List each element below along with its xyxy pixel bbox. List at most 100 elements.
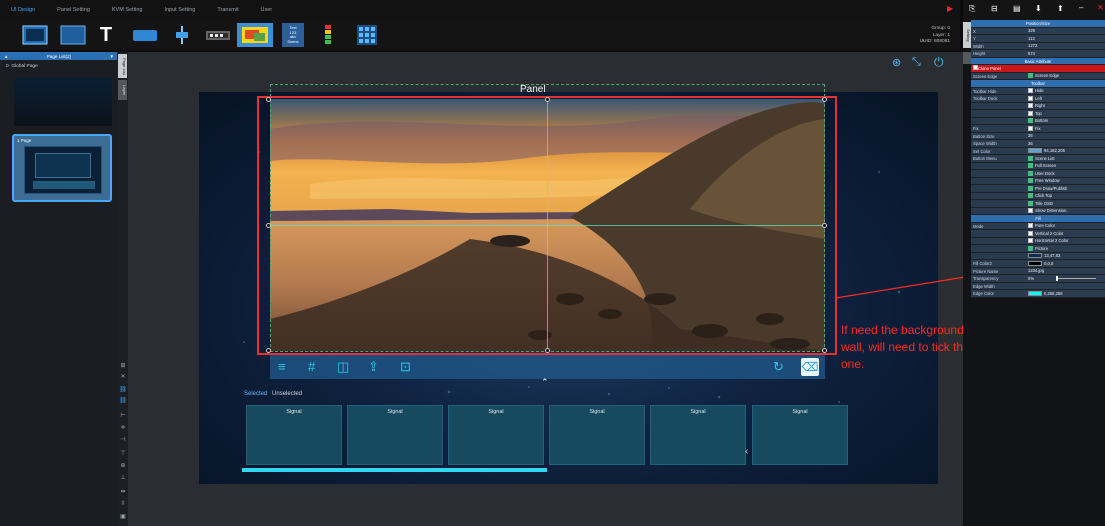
- align-grid-icon[interactable]: ⊞: [118, 362, 128, 371]
- property-section-header[interactable]: Position/Size: [971, 20, 1105, 28]
- align-left-icon[interactable]: ⊢: [118, 412, 128, 421]
- property-section-header[interactable]: Fill: [971, 215, 1105, 223]
- upload-icon[interactable]: ⬆: [1057, 4, 1064, 13]
- background-tool-icon[interactable]: [58, 23, 88, 47]
- checkbox[interactable]: [1028, 230, 1033, 236]
- layout-icon[interactable]: ◫: [337, 360, 349, 373]
- property-value[interactable]: Click Top: [1026, 192, 1105, 199]
- unlink-icon[interactable]: ⛓: [118, 397, 128, 406]
- resize-handle-bottom[interactable]: [545, 348, 550, 353]
- tab-selected[interactable]: Selected: [244, 391, 267, 397]
- checkbox[interactable]: [1028, 163, 1033, 169]
- property-section-header[interactable]: Toolbar: [971, 80, 1105, 88]
- color-swatch[interactable]: [1028, 148, 1042, 154]
- property-value[interactable]: [1026, 65, 1105, 72]
- align-right-icon[interactable]: ⊣: [118, 436, 128, 445]
- property-value[interactable]: Left: [1026, 95, 1105, 102]
- menu-lines-icon[interactable]: ≡: [278, 360, 286, 373]
- color-swatch[interactable]: [1028, 260, 1042, 266]
- property-value[interactable]: Right: [1026, 102, 1105, 109]
- property-value[interactable]: 574: [1026, 50, 1105, 57]
- checkbox[interactable]: [1028, 95, 1033, 101]
- align-middle-icon[interactable]: ⊕: [118, 462, 128, 471]
- property-value[interactable]: 0,0,0: [1026, 260, 1105, 267]
- property-value[interactable]: Hide: [1026, 87, 1105, 94]
- property-value[interactable]: Top: [1026, 110, 1105, 117]
- property-value[interactable]: Horizontal 2 Color: [1026, 237, 1105, 244]
- property-value[interactable]: Scene List: [1026, 155, 1105, 162]
- property-value[interactable]: 0%: [1026, 275, 1105, 282]
- checkbox[interactable]: [1028, 110, 1033, 116]
- checkbox[interactable]: [1028, 185, 1033, 191]
- property-value[interactable]: Pure Color: [1026, 222, 1105, 229]
- text-tool-icon[interactable]: T: [93, 23, 119, 47]
- property-value[interactable]: 36: [1026, 132, 1105, 139]
- share-icon[interactable]: ⇪: [368, 360, 379, 373]
- property-value[interactable]: Picture: [1026, 245, 1105, 252]
- eraser-icon[interactable]: ⌫: [801, 358, 819, 376]
- signal-tile[interactable]: Signal: [347, 405, 443, 465]
- minimize-icon[interactable]: –: [1079, 3, 1083, 12]
- property-value[interactable]: [1026, 282, 1105, 289]
- transparency-slider[interactable]: [1056, 275, 1097, 281]
- property-value[interactable]: Vertical 2 Color: [1026, 230, 1105, 237]
- page-item-global[interactable]: 0 Global Page: [0, 60, 118, 73]
- chevron-left-icon[interactable]: ‹: [745, 446, 748, 457]
- tab-page-list[interactable]: Page List: [118, 54, 127, 78]
- menu-input-setting[interactable]: Input Setting: [153, 7, 206, 13]
- panel-tool-icon[interactable]: [237, 23, 273, 47]
- signal-scroll-bar[interactable]: [242, 468, 547, 472]
- distribute-v-icon[interactable]: ⇳: [118, 500, 128, 509]
- resize-handle-right[interactable]: [822, 223, 827, 228]
- menu-transmit[interactable]: Transmit: [206, 7, 249, 13]
- slider-tool-icon[interactable]: [170, 23, 194, 47]
- link-icon[interactable]: ⛓: [118, 386, 128, 395]
- signal-tile[interactable]: Signal: [549, 405, 645, 465]
- checkbox[interactable]: [1028, 208, 1033, 214]
- tab-setting[interactable]: Setting: [963, 22, 971, 48]
- property-section-header[interactable]: Basic Attribute: [971, 57, 1105, 65]
- property-value[interactable]: User Dock: [1026, 170, 1105, 177]
- align-bottom-icon[interactable]: ⊥: [118, 474, 128, 483]
- resize-handle-bottom-right[interactable]: [822, 348, 827, 353]
- resize-handle-top-right[interactable]: [822, 97, 827, 102]
- text-box-icon[interactable]: ⊡: [400, 360, 411, 373]
- power-icon[interactable]: ⏻: [934, 55, 944, 70]
- signal-tile[interactable]: Signal: [752, 405, 848, 465]
- device-tool-icon[interactable]: [203, 23, 233, 47]
- signal-tile[interactable]: Signal: [448, 405, 544, 465]
- tab-unselected[interactable]: Unselected: [272, 391, 302, 397]
- play-icon[interactable]: ▶: [947, 4, 953, 13]
- tab-layer[interactable]: Layer: [118, 80, 127, 100]
- property-value[interactable]: 94,162,205: [1026, 147, 1105, 154]
- dropdown-icon[interactable]: ▼: [110, 54, 114, 59]
- checkbox[interactable]: [1028, 118, 1033, 124]
- new-file-icon[interactable]: ⎘: [969, 4, 975, 14]
- window-tool-icon[interactable]: [130, 23, 160, 47]
- property-value[interactable]: Fix: [1026, 125, 1105, 132]
- property-value[interactable]: Title OSD: [1026, 200, 1105, 207]
- refresh-icon[interactable]: ↻: [773, 360, 784, 373]
- global-page-thumbnail[interactable]: [14, 78, 112, 126]
- collapse-up-icon[interactable]: ▲: [4, 54, 8, 59]
- checkbox[interactable]: [1028, 155, 1033, 161]
- property-value[interactable]: 0,255,255: [1026, 290, 1105, 297]
- color-swatch[interactable]: [1028, 253, 1042, 259]
- property-value[interactable]: Show Dimension: [1026, 207, 1105, 214]
- checkbox[interactable]: [1028, 238, 1033, 244]
- download-icon[interactable]: ⬇: [1035, 4, 1042, 13]
- property-value[interactable]: Free Window: [1026, 177, 1105, 184]
- user-icon[interactable]: ⊛: [892, 56, 901, 69]
- checkbox[interactable]: [1028, 193, 1033, 199]
- open-folder-icon[interactable]: ⊟: [991, 4, 998, 13]
- save-icon[interactable]: ▤: [1013, 4, 1021, 13]
- distribute-h-icon[interactable]: ⇹: [118, 488, 128, 497]
- property-value[interactable]: Full Screen: [1026, 162, 1105, 169]
- signal-tile[interactable]: Signal: [246, 405, 342, 465]
- align-top-icon[interactable]: ⊤: [118, 450, 128, 459]
- checkbox[interactable]: [1028, 73, 1033, 79]
- slider-knob[interactable]: [1056, 275, 1059, 281]
- checkbox[interactable]: [1028, 103, 1033, 109]
- scene-text-tool-icon[interactable]: Text 123 abc Scene: [282, 23, 304, 47]
- menu-kvm-setting[interactable]: KVM Setting: [101, 7, 154, 13]
